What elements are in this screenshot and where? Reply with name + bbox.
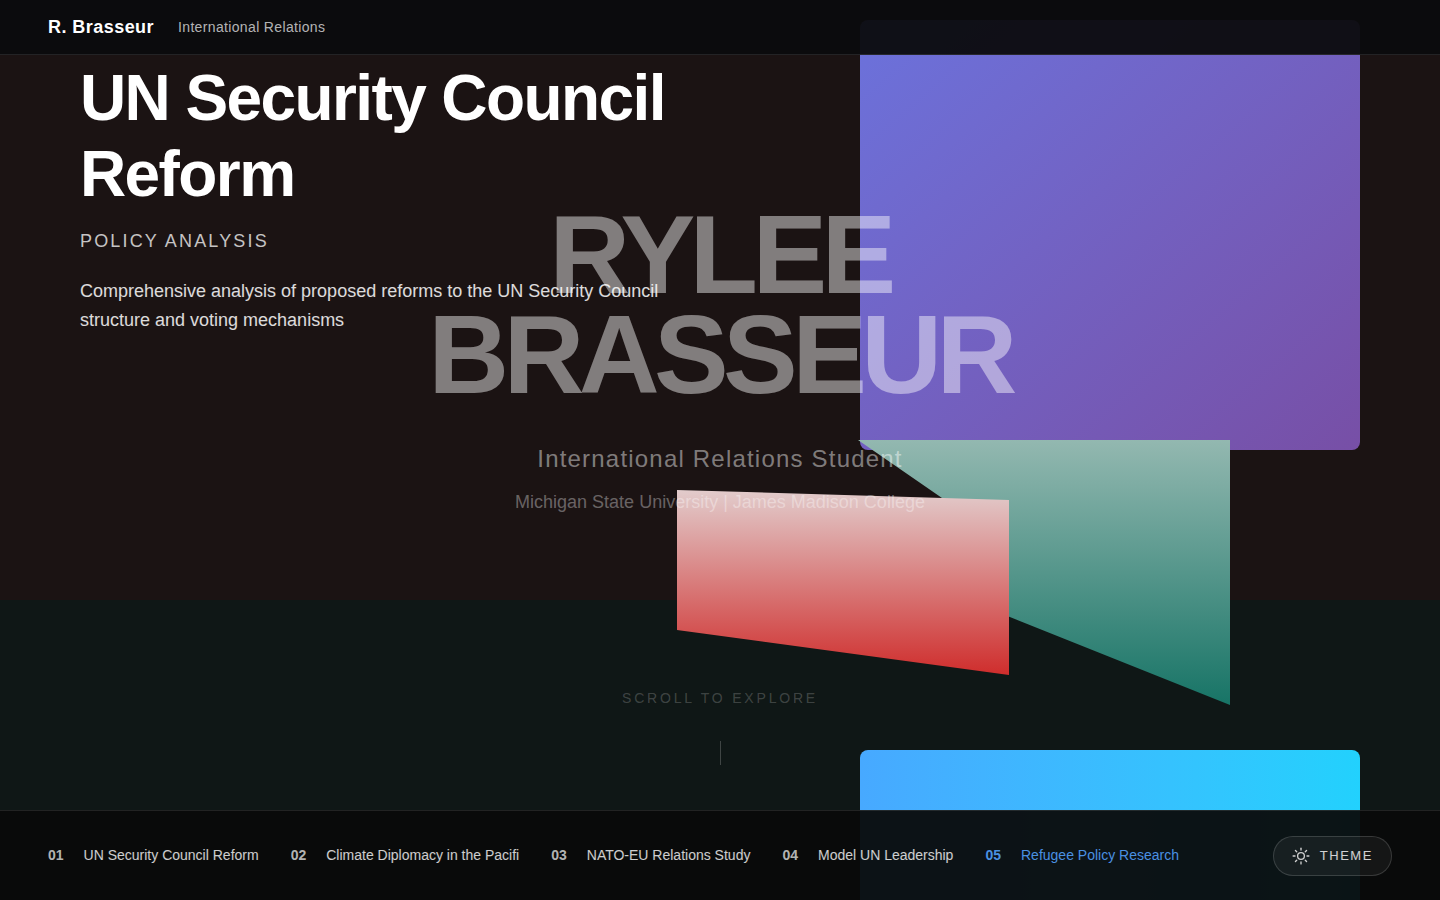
project-title: Refugee Policy Research [1021,845,1179,866]
project-category: POLICY ANALYSIS [80,228,760,255]
hero-school: Michigan State University | James Madiso… [515,489,925,516]
top-nav: R. Brasseur International Relations [0,0,1440,55]
hero: RYLEE BRASSEUR International Relations S… [0,205,1440,765]
project-nav-item[interactable]: 05 Refugee Policy Research [985,845,1179,866]
project-bar: 01 UN Security Council Reform 02 Climate Di… [0,810,1440,900]
project-number: 04 [782,845,798,866]
project-nav-item[interactable]: 01 UN Security Council Reform [48,845,259,866]
project-number: 02 [291,845,307,866]
scroll-hint: SCROLL TO EXPLORE [622,688,818,709]
project-card[interactable] [860,20,1360,450]
nav-subtitle: International Relations [178,17,325,38]
project-nav-item[interactable]: 04 Model UN Leadership [782,845,953,866]
project-list: 01 UN Security Council Reform 02 Climate Di… [48,845,1179,866]
project-nav-item[interactable]: 02 Climate Diplomacy in the Pacifi [291,845,520,866]
project-number: 01 [48,845,64,866]
page: UN Security Council Reform POLICY ANALYS… [0,0,1440,900]
project-number: 03 [551,845,567,866]
theme-button[interactable]: THEME [1273,836,1392,876]
project-info: UN Security Council Reform POLICY ANALYS… [80,60,760,335]
project-title: NATO-EU Relations Study [587,845,751,866]
hero-role: International Relations Student [537,441,902,477]
project-title: Climate Diplomacy in the Pacifi [326,845,519,866]
project-title: Model UN Leadership [818,845,953,866]
brand[interactable]: R. Brasseur [48,14,154,41]
project-nav-item[interactable]: 03 NATO-EU Relations Study [551,845,750,866]
project-title: UN Security Council Reform [84,845,259,866]
hero-first-name: RYLEE [549,205,890,305]
scroll-line [720,741,721,765]
theme-label: THEME [1320,846,1373,866]
project-description: Comprehensive analysis of proposed refor… [80,277,680,335]
hero-last-name: BRASSEUR [428,305,1012,405]
sun-icon [1292,847,1310,865]
project-title: UN Security Council Reform [80,60,760,212]
project-number: 05 [985,845,1001,866]
